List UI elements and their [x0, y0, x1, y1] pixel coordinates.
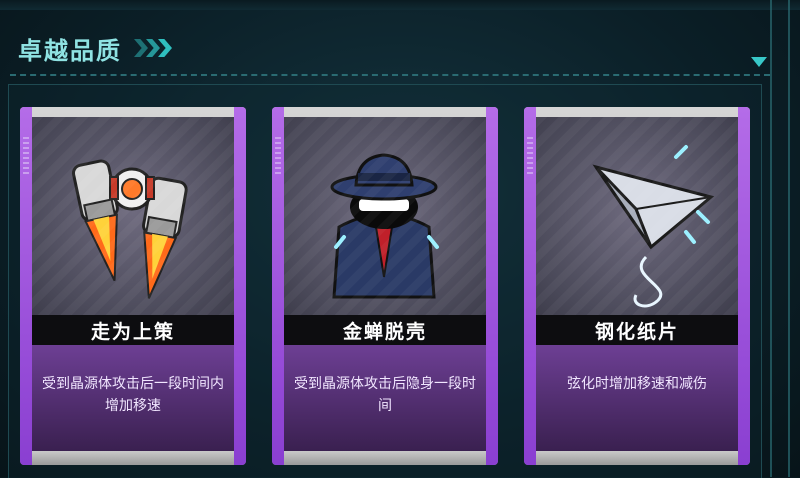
perk-art — [32, 117, 234, 327]
perk-description-box: 弦化时增加移速和减伤 — [536, 345, 738, 451]
chevrons-icon — [134, 39, 172, 57]
perk-description: 受到晶源体攻击后隐身一段时间 — [294, 376, 476, 414]
perk-description: 弦化时增加移速和减伤 — [567, 376, 707, 392]
perk-description: 受到晶源体攻击后一段时间内增加移速 — [42, 376, 224, 414]
right-scroll-rail[interactable] — [770, 0, 790, 477]
perk-name-bar: 金蝉脱壳 — [284, 315, 486, 345]
perk-card-3[interactable]: 钢化纸片 弦化时增加移速和减伤 — [524, 107, 750, 465]
perk-card-1[interactable]: 走为上策 受到晶源体攻击后一段时间内增加移速 — [20, 107, 246, 465]
section-header: 卓越品质 — [18, 28, 172, 68]
perk-description-box: 受到晶源体攻击后一段时间内增加移速 — [32, 345, 234, 451]
perk-name-bar: 钢化纸片 — [536, 315, 738, 345]
perk-card-2[interactable]: 金蝉脱壳 受到晶源体攻击后隐身一段时间 — [272, 107, 498, 465]
perk-name: 走为上策 — [90, 320, 175, 343]
section-title: 卓越品质 — [18, 36, 122, 65]
perk-name: 金蝉脱壳 — [342, 320, 427, 343]
perk-art — [284, 117, 486, 327]
section-divider — [10, 74, 770, 76]
perk-name: 钢化纸片 — [594, 320, 679, 343]
perk-description-box: 受到晶源体攻击后隐身一段时间 — [284, 345, 486, 451]
top-edge — [0, 0, 800, 10]
perk-art — [536, 117, 738, 327]
perk-name-bar: 走为上策 — [32, 315, 234, 345]
collapse-triangle-icon[interactable] — [751, 57, 767, 67]
